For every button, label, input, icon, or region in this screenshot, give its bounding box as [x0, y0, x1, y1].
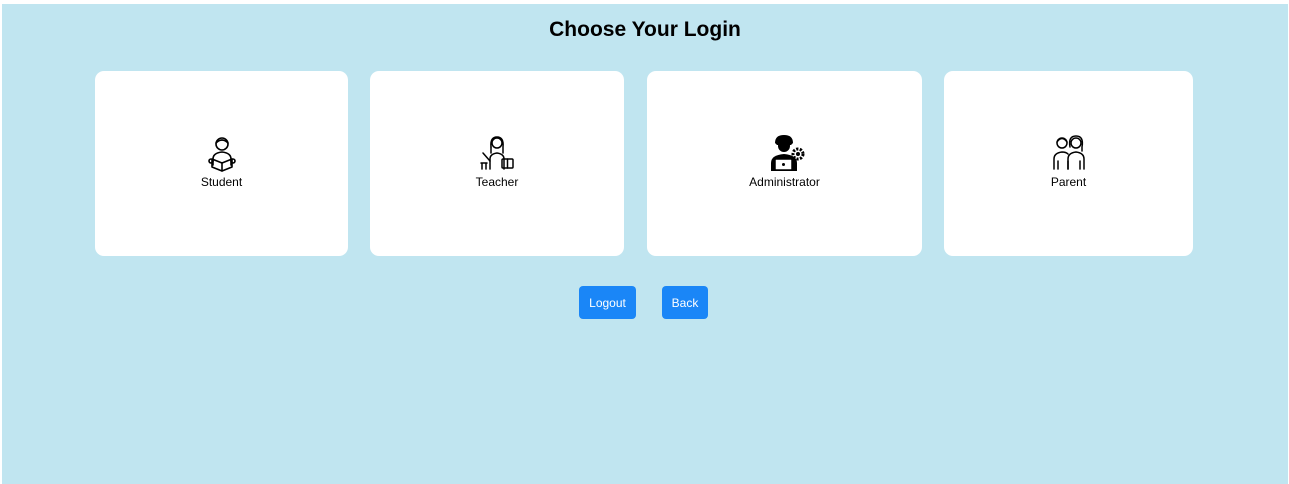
- parents-couple-icon: [1049, 133, 1089, 173]
- logout-button[interactable]: Logout: [579, 286, 636, 319]
- back-button[interactable]: Back: [662, 286, 708, 319]
- teacher-icon: [477, 133, 517, 173]
- parent-login-card[interactable]: Parent: [944, 71, 1193, 256]
- student-reading-icon: [202, 133, 242, 173]
- teacher-label: Teacher: [475, 174, 519, 189]
- student-label: Student: [200, 174, 243, 189]
- administrator-label: Administrator: [749, 174, 820, 189]
- parent-label: Parent: [1050, 174, 1087, 189]
- administrator-laptop-gear-icon: [765, 133, 805, 173]
- teacher-login-card[interactable]: Teacher: [370, 71, 624, 256]
- page-background: Choose Your Login Student Teacher Admini…: [2, 4, 1288, 484]
- page-title: Choose Your Login: [549, 18, 741, 41]
- student-login-card[interactable]: Student: [95, 71, 348, 256]
- administrator-login-card[interactable]: Administrator: [647, 71, 922, 256]
